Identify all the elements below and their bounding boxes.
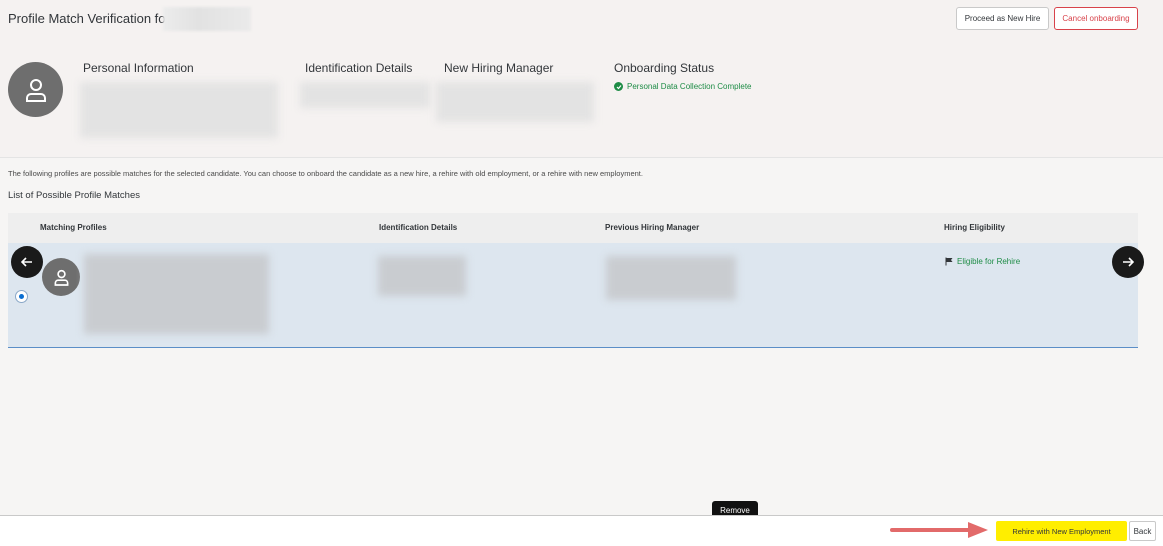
match-avatar	[42, 258, 80, 296]
check-circle-icon	[614, 82, 623, 91]
column-header-hiring-eligibility: Hiring Eligibility	[944, 223, 1005, 232]
redacted-personal-info	[80, 82, 278, 138]
eligibility-text: Eligible for Rehire	[957, 257, 1021, 266]
column-header-matching-profiles: Matching Profiles	[40, 223, 107, 232]
identification-details-heading: Identification Details	[305, 61, 413, 75]
onboarding-status-heading: Onboarding Status	[614, 61, 715, 75]
redacted-candidate-name	[163, 7, 251, 31]
next-button[interactable]	[1112, 246, 1144, 278]
column-header-previous-manager: Previous Hiring Manager	[605, 223, 700, 232]
redacted-previous-manager	[606, 256, 736, 300]
arrow-right-icon	[1123, 257, 1134, 267]
cancel-onboarding-button[interactable]: Cancel onboarding	[1054, 7, 1138, 30]
redacted-match-profile	[84, 254, 269, 334]
back-button[interactable]: Back	[1129, 521, 1156, 541]
radio-dot	[19, 294, 24, 299]
eligibility-badge: Eligible for Rehire	[945, 257, 1020, 266]
redacted-hiring-manager	[436, 82, 594, 122]
list-title: List of Possible Profile Matches	[8, 190, 141, 201]
proceed-new-hire-button[interactable]: Proceed as New Hire	[956, 7, 1049, 30]
arrow-left-icon	[21, 257, 32, 267]
column-header-identification: Identification Details	[379, 223, 458, 232]
status-text: Personal Data Collection Complete	[627, 82, 752, 91]
flag-icon	[945, 257, 953, 266]
redacted-match-identification	[378, 256, 466, 296]
onboarding-status: Personal Data Collection Complete	[614, 82, 752, 91]
new-hiring-manager-heading: New Hiring Manager	[444, 61, 554, 75]
rehire-new-employment-button[interactable]: Rehire with New Employment	[996, 521, 1127, 541]
page-title: Profile Match Verification for	[8, 11, 170, 26]
personal-information-heading: Personal Information	[83, 61, 194, 75]
radio-selected-icon[interactable]	[15, 290, 28, 303]
description-text: The following profiles are possible matc…	[8, 169, 643, 178]
person-icon	[54, 269, 68, 286]
annotation-arrow	[890, 522, 988, 538]
previous-button[interactable]	[11, 246, 43, 278]
candidate-avatar	[8, 62, 63, 117]
person-icon	[25, 78, 46, 102]
redacted-identification	[300, 82, 430, 108]
